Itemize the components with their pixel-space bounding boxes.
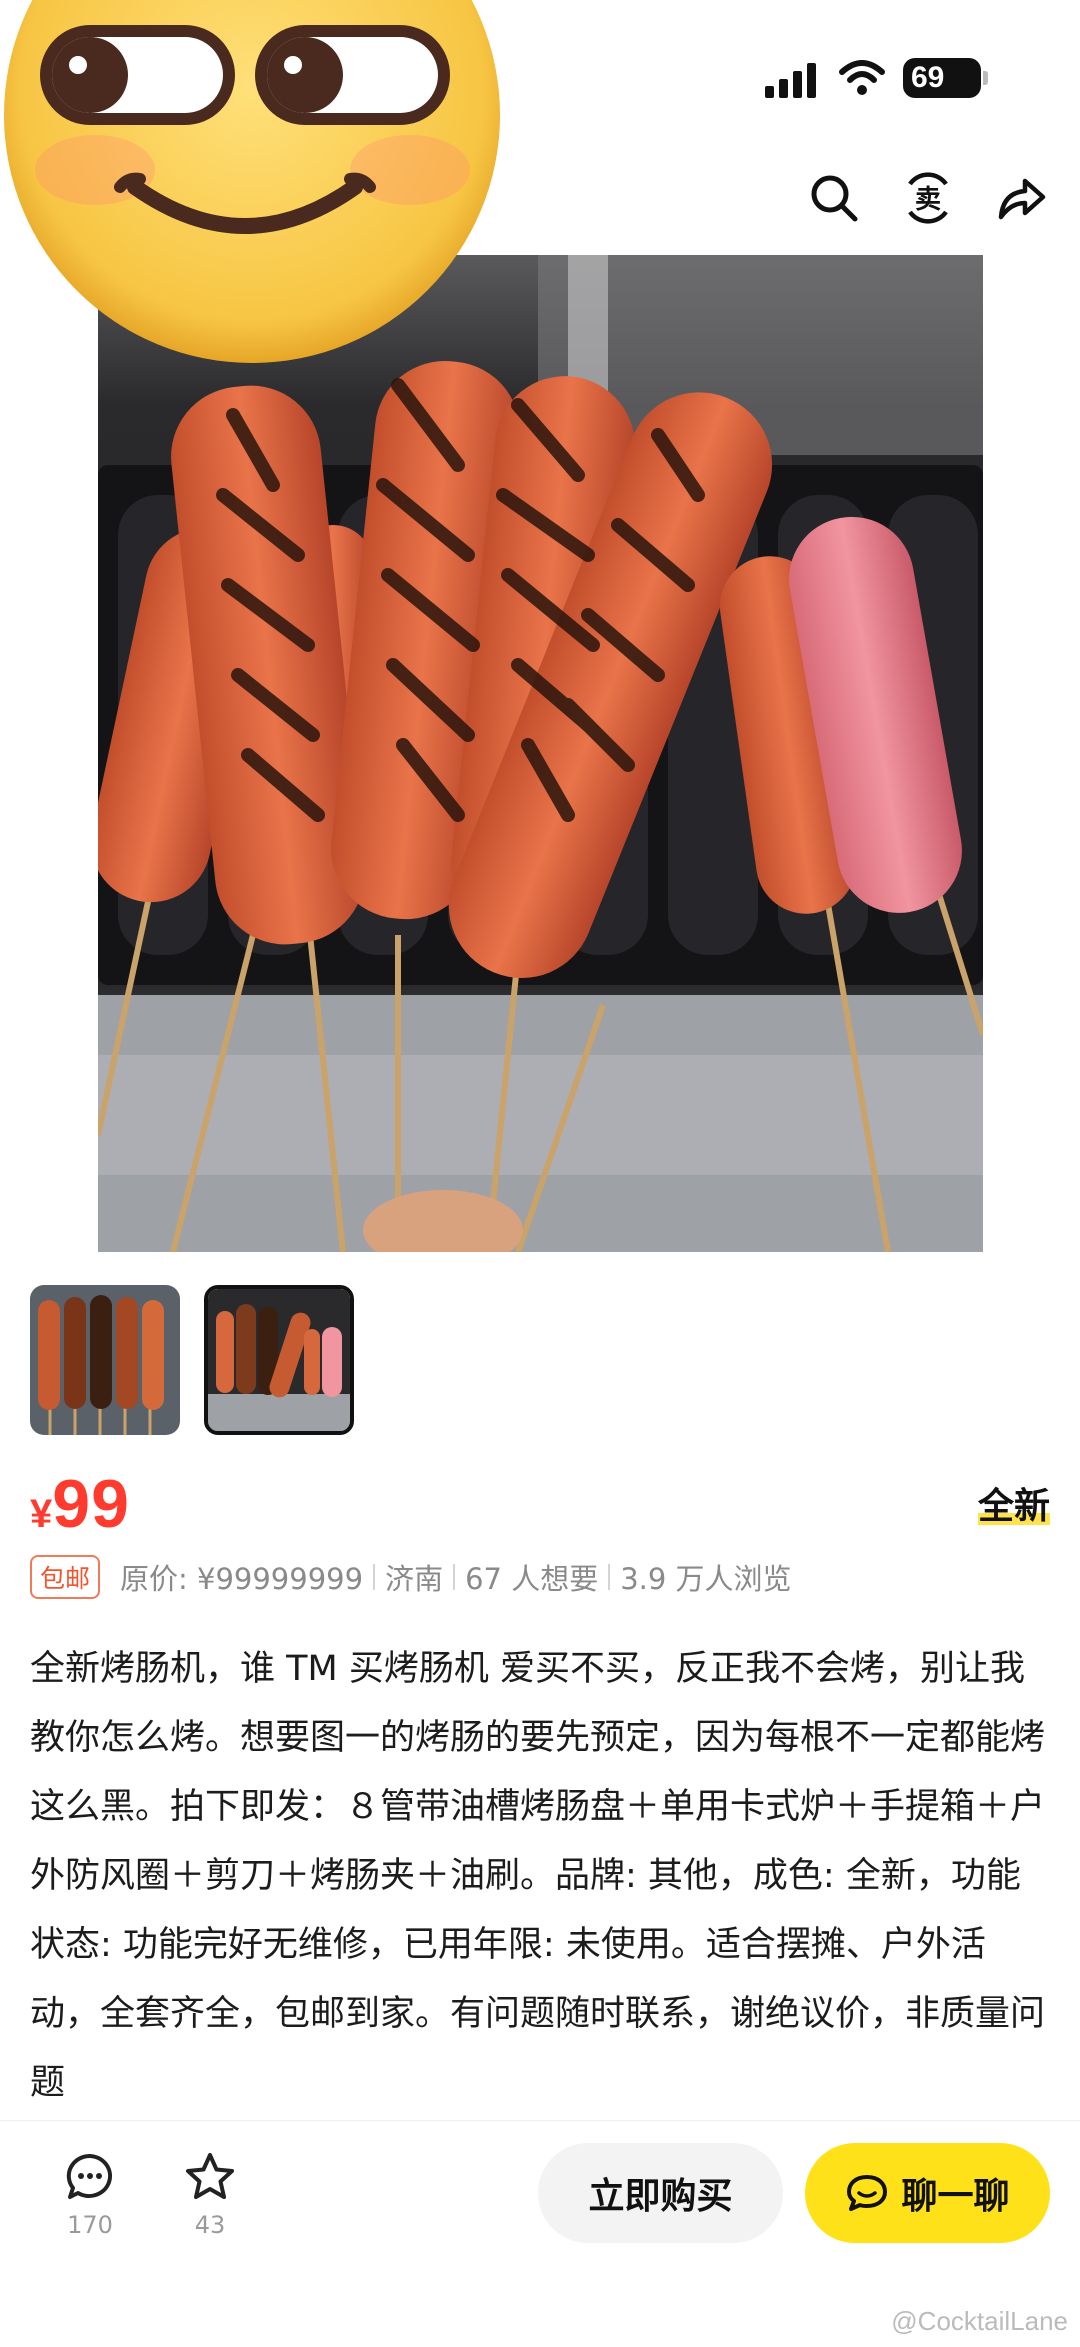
divider (453, 1564, 456, 1590)
buy-now-button[interactable]: 立即购买 (538, 2143, 783, 2243)
chat-button[interactable]: 聊一聊 (805, 2143, 1050, 2243)
grilled-sausages-photo (98, 255, 983, 1252)
chat-label: 聊一聊 (901, 2176, 1010, 2217)
view-count: 3.9 万人浏览 (620, 1562, 792, 1596)
currency-symbol: ¥ (30, 1492, 53, 1536)
comment-icon (66, 2153, 113, 2199)
listing-description: 全新烤肠机，谁 TM 买烤肠机 爱买不买，反正我不会烤，别让我教你怎么烤。想要图… (30, 1649, 1046, 2103)
divider (373, 1564, 376, 1590)
thumbnail-1[interactable] (30, 1285, 180, 1435)
cellular-signal-icon (765, 62, 825, 98)
comment-button[interactable]: 170 (50, 2151, 130, 2239)
favorite-button[interactable]: 43 (170, 2151, 250, 2239)
smiling-emoji-sticker (4, 0, 500, 363)
free-shipping-badge: 包邮 (30, 1555, 101, 1599)
watermark: @CocktailLane (891, 2306, 1068, 2336)
bottom-action-bar: 170 43 立即购买 聊一聊 @CocktailLane (0, 2120, 1080, 2347)
listing-meta: 包邮 原价: ¥99999999 济南 67 人想要 3.9 万人浏览 (30, 1555, 792, 1599)
comment-count: 170 (67, 2211, 113, 2239)
sell-icon[interactable]: 卖 (898, 168, 958, 228)
wifi-icon (839, 60, 885, 95)
search-icon[interactable] (804, 168, 864, 228)
chat-icon (847, 2175, 888, 2211)
battery-indicator: 69 (903, 58, 988, 98)
svg-text:卖: 卖 (915, 185, 941, 215)
divider (608, 1564, 611, 1590)
location: 济南 (385, 1562, 444, 1596)
star-icon (186, 2153, 234, 2199)
image-thumbnails (30, 1285, 354, 1435)
share-icon[interactable] (992, 168, 1052, 228)
price-value: 99 (52, 1466, 130, 1542)
want-count: 67 人想要 (465, 1562, 599, 1596)
thumbnail-2-selected[interactable] (204, 1285, 354, 1435)
original-price: 原价: ¥99999999 (120, 1562, 364, 1596)
top-actions: 卖 (804, 168, 1052, 228)
price: ¥99 (30, 1465, 130, 1543)
condition-tag: 全新 (977, 1477, 1051, 1529)
product-main-image[interactable] (98, 255, 983, 1252)
favorite-count: 43 (194, 2211, 226, 2239)
price-row: ¥99 全新 (30, 1465, 1051, 1545)
